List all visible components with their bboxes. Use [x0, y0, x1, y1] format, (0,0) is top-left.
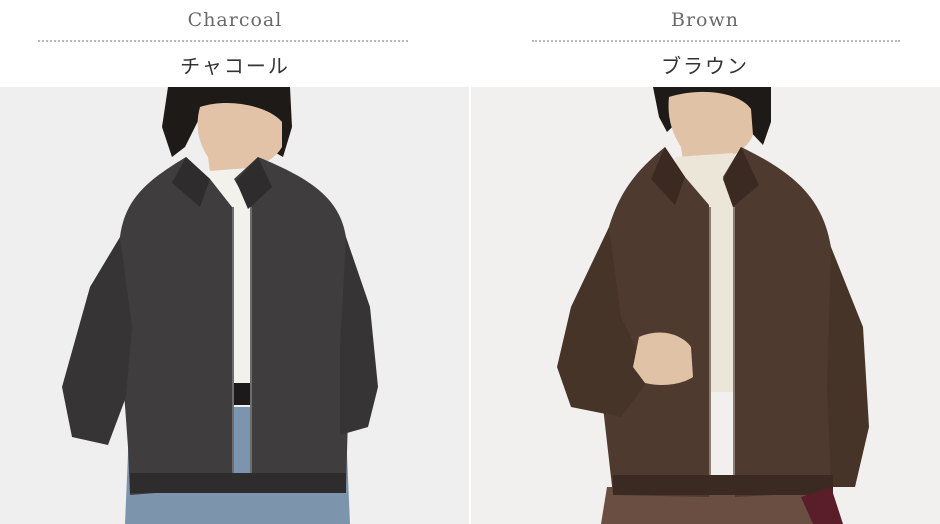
model-illustration [557, 87, 869, 524]
variant-name-en: Charcoal [187, 9, 283, 31]
dotted-divider [38, 40, 408, 42]
brown-jacket-photo [471, 87, 940, 524]
model-illustration [62, 87, 378, 524]
variant-name-jp: ブラウン [661, 54, 749, 78]
variant-name-en: Brown [671, 9, 739, 31]
variant-label-brown: Brown ブラウン [470, 0, 940, 87]
charcoal-jacket-photo [0, 87, 469, 524]
variant-label-charcoal: Charcoal チャコール [0, 0, 470, 87]
dotted-divider [532, 40, 900, 42]
variant-name-jp: チャコール [180, 54, 290, 78]
product-color-variants: Charcoal チャコール Brown ブラウン [0, 0, 940, 524]
